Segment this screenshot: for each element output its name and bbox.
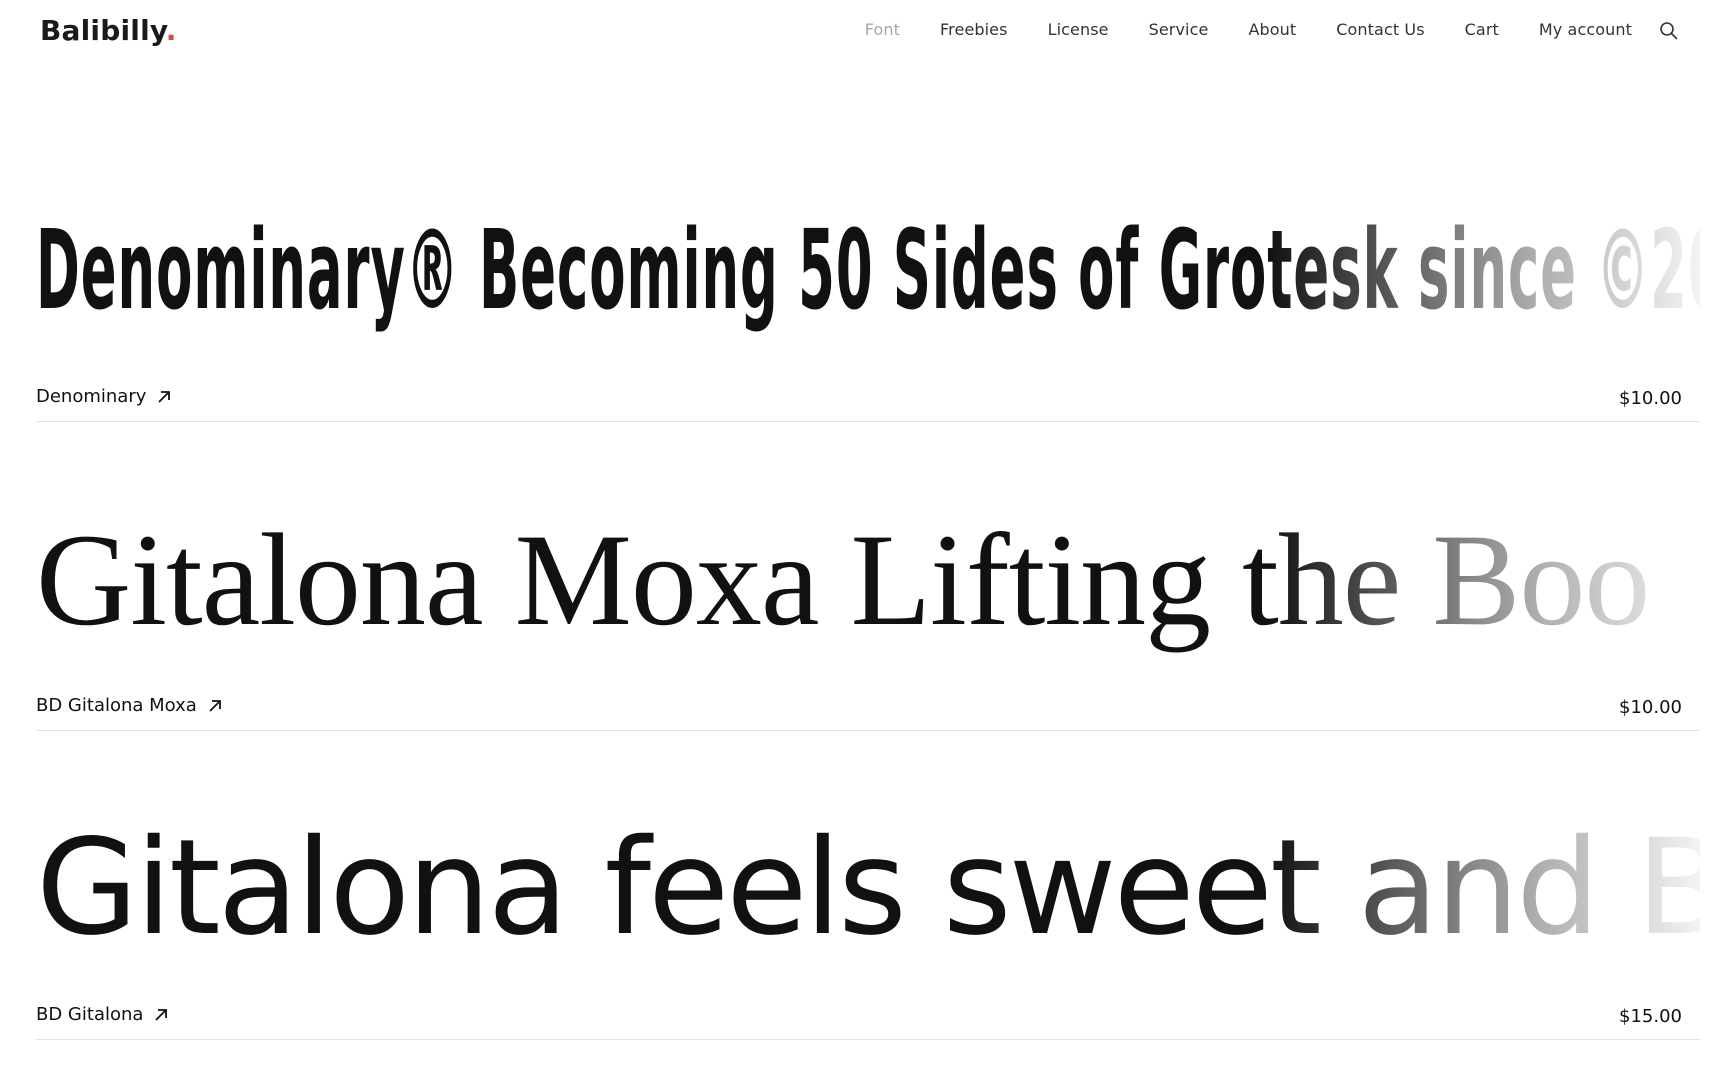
main-nav: Font Freebies License Service About Cont… [825, 20, 1632, 39]
font-meta: BD Gitalona Moxa $10.00 [36, 687, 1700, 731]
arrow-up-right-icon [209, 699, 221, 712]
site-header: Balibilly. Font Freebies License Service… [0, 0, 1728, 64]
nav-item-my-account[interactable]: My account [1539, 20, 1632, 39]
font-specimen[interactable]: Gitalona feels sweet and Bold [36, 808, 1700, 968]
font-price: $15.00 [1619, 1006, 1682, 1027]
logo-text: Balibilly [40, 14, 166, 47]
arrow-up-right-icon [155, 1008, 168, 1021]
search-icon[interactable] [1658, 20, 1680, 42]
font-specimen[interactable]: Denominary® Becoming 50 Sides of Grotesk… [36, 200, 1700, 340]
nav-item-license[interactable]: License [1048, 20, 1109, 39]
font-meta: Denominary $10.00 [36, 378, 1700, 422]
font-name-link[interactable]: BD Gitalona Moxa [36, 695, 223, 716]
logo[interactable]: Balibilly. [40, 14, 177, 47]
font-name-link[interactable]: BD Gitalona [36, 1004, 169, 1025]
specimen-text: Gitalona Moxa Lifting the Boo [36, 506, 1650, 653]
specimen-text: Gitalona feels sweet and Bold [36, 811, 1700, 965]
logo-dot: . [165, 14, 177, 47]
font-price: $10.00 [1619, 388, 1682, 409]
arrow-up-right-icon [158, 390, 171, 403]
font-name: Denominary [36, 386, 147, 407]
nav-item-cart[interactable]: Cart [1465, 20, 1499, 39]
nav-item-freebies[interactable]: Freebies [940, 20, 1008, 39]
font-name: BD Gitalona [36, 1004, 144, 1025]
font-name-link[interactable]: Denominary [36, 386, 172, 407]
nav-item-contact-us[interactable]: Contact Us [1336, 20, 1424, 39]
font-specimen[interactable]: Gitalona Moxa Lifting the Boo [36, 500, 1700, 660]
specimen-text: Denominary® Becoming 50 Sides of Grotesk… [36, 206, 1700, 334]
nav-item-font[interactable]: Font [865, 20, 900, 39]
nav-item-service[interactable]: Service [1149, 20, 1209, 39]
font-meta: BD Gitalona $15.00 [36, 996, 1700, 1040]
nav-item-about[interactable]: About [1248, 20, 1296, 39]
font-name: BD Gitalona Moxa [36, 695, 197, 716]
font-price: $10.00 [1619, 697, 1682, 718]
